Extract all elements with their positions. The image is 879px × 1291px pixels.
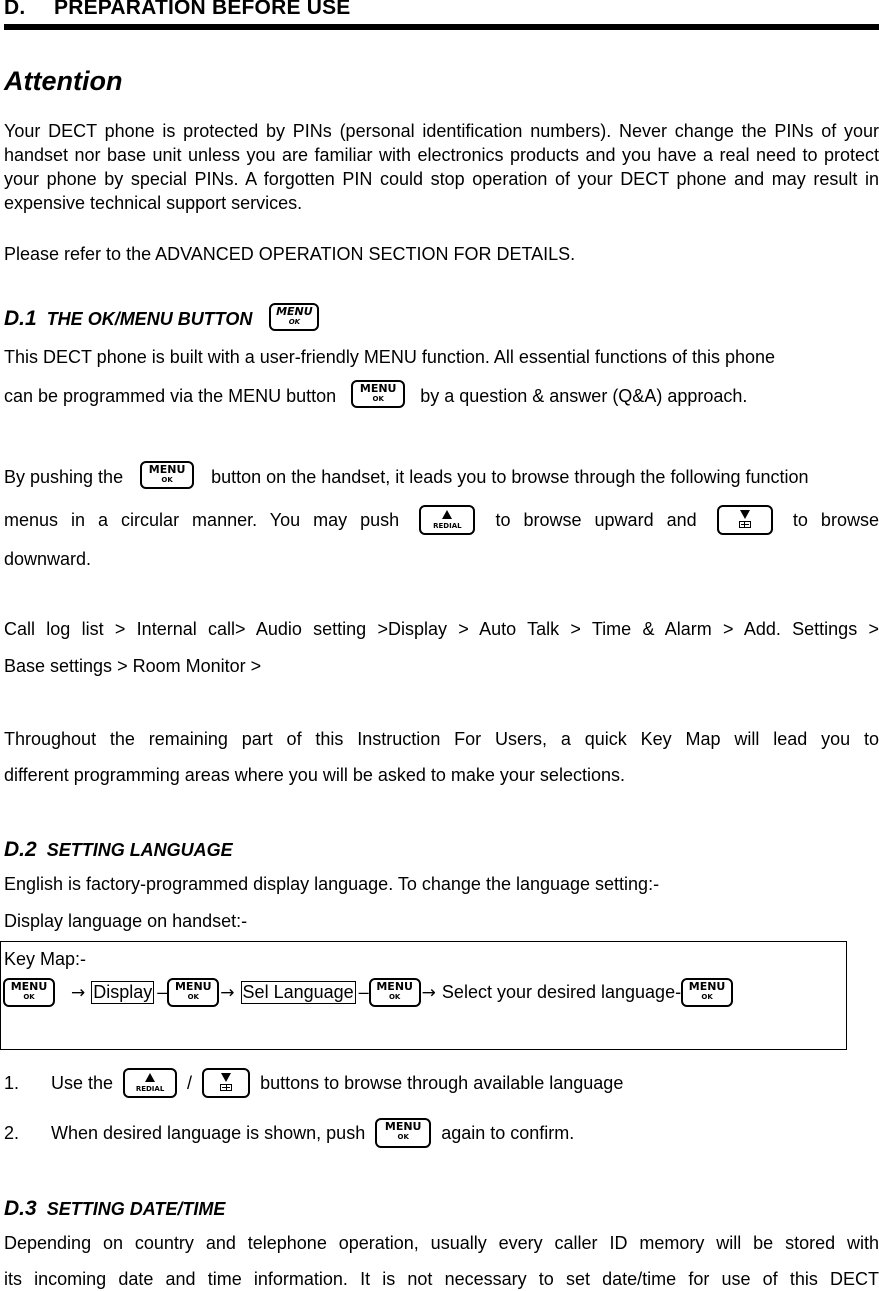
- key-bottom-label: OK: [372, 395, 384, 403]
- d1-heading: D.1 THE OK/MENU BUTTON MENU OK: [4, 303, 320, 334]
- d3-line1: Depending on country and telephone opera…: [4, 1233, 879, 1253]
- menu-ok-key-icon: MENU OK: [3, 978, 55, 1007]
- d2-number: D.2: [4, 838, 37, 861]
- text: By pushing the: [4, 466, 124, 487]
- section-heading: D. PREPARATION BEFORE USE: [4, 0, 350, 20]
- keymap-step-sel-language: Sel Language: [240, 981, 356, 1004]
- heading-rule: [4, 24, 879, 30]
- attention-paragraph: Your DECT phone is protected by PINs (pe…: [4, 121, 879, 213]
- redial-up-key-icon: REDIAL: [419, 505, 476, 535]
- menu-ok-key-icon: MENU OK: [375, 1118, 432, 1148]
- menu-ok-key-icon: MENU OK: [140, 461, 195, 489]
- text: button on the handset, it leads you to b…: [211, 466, 809, 487]
- step-2: 2. When desired language is shown, push …: [4, 1118, 574, 1148]
- d3-number: D.3: [4, 1197, 37, 1220]
- d2-heading: D.2 SETTING LANGUAGE: [4, 838, 233, 862]
- menu-ok-key-icon: MENU OK: [269, 303, 320, 331]
- up-triangle-icon: [145, 1073, 156, 1082]
- redial-up-key-icon: REDIAL: [123, 1068, 178, 1098]
- phonebook-icon: [220, 1084, 233, 1091]
- d1-p2-line3: downward.: [4, 549, 92, 569]
- menu-list-line1: Call log list > Internal call> Audio set…: [4, 619, 879, 639]
- text: buttons to browse through available lang…: [260, 1072, 624, 1093]
- section-letter: D.: [4, 0, 26, 19]
- phonebook-down-key-icon: [716, 505, 773, 535]
- text: to browse: [792, 509, 879, 530]
- d2-title: SETTING LANGUAGE: [46, 840, 233, 860]
- section-title: PREPARATION BEFORE USE: [54, 0, 351, 19]
- d1-p2-line1: By pushing the MENU OK button on the hand…: [4, 461, 809, 492]
- key-bottom-label: OK: [288, 318, 301, 326]
- key-bottom-label: OK: [161, 476, 173, 484]
- text: can be programmed via the MENU button: [4, 385, 337, 406]
- key-top-label: MENU: [10, 980, 48, 993]
- text: menus in a circular manner. You may push: [4, 509, 400, 530]
- key-map-sequence: MENU OK → Display – MENU OK → Sel Language…: [3, 978, 734, 1007]
- keymap-step-select: Select your desired language-: [441, 982, 682, 1002]
- keymap-step-display: Display: [91, 981, 155, 1004]
- down-triangle-icon: [221, 1073, 232, 1082]
- step-number: 2.: [4, 1122, 20, 1143]
- key-top-label: MENU: [688, 980, 726, 993]
- key-top-label: MENU: [276, 305, 313, 318]
- key-bottom-label: OK: [701, 993, 713, 1001]
- d2-line1: English is factory-programmed display la…: [4, 874, 660, 894]
- separator: /: [187, 1072, 193, 1093]
- key-top-label: MENU: [384, 1120, 422, 1133]
- key-bottom-label: OK: [187, 993, 199, 1001]
- key-bottom-label: OK: [388, 993, 401, 1001]
- attention-title: Attention: [4, 66, 123, 96]
- refer-note: Please refer to the ADVANCED OPERATION S…: [4, 244, 576, 264]
- arrow-icon: →: [421, 982, 436, 1003]
- key-top-label: MENU: [148, 463, 186, 476]
- key-bottom-label: OK: [23, 993, 35, 1001]
- d1-p3-line2: different programming areas where you wi…: [4, 765, 625, 785]
- text: by a question & answer (Q&A) approach.: [420, 385, 748, 406]
- text: again to confirm.: [441, 1122, 575, 1143]
- d3-heading: D.3 SETTING DATE/TIME: [4, 1197, 225, 1221]
- menu-ok-key-icon: MENU OK: [368, 978, 421, 1007]
- key-map-label: Key Map:-: [4, 949, 87, 969]
- key-bottom-label: REDIAL: [135, 1085, 165, 1093]
- step-1: 1. Use the REDIAL / buttons to browse th…: [4, 1068, 623, 1098]
- text: to browse upward and: [495, 509, 697, 530]
- arrow-icon: →: [220, 982, 235, 1003]
- key-top-label: MENU: [359, 382, 397, 395]
- d1-title: THE OK/MENU BUTTON: [46, 308, 253, 329]
- dash: –: [157, 982, 168, 1002]
- d1-p2-line2: menus in a circular manner. You may push…: [4, 505, 879, 535]
- key-bottom-label: OK: [397, 1133, 409, 1141]
- phonebook-down-key-icon: [202, 1068, 251, 1098]
- d2-line2: Display language on handset:-: [4, 911, 248, 931]
- arrow-icon: →: [71, 982, 86, 1003]
- phonebook-icon: [738, 521, 751, 528]
- down-triangle-icon: [739, 510, 750, 519]
- d1-p1-line2: can be programmed via the MENU button ME…: [4, 380, 748, 411]
- d3-title: SETTING DATE/TIME: [46, 1199, 226, 1219]
- d1-p3-line1: Throughout the remaining part of this In…: [4, 729, 879, 749]
- up-triangle-icon: [442, 510, 453, 519]
- text: When desired language is shown, push: [51, 1122, 366, 1143]
- key-top-label: MENU: [174, 980, 212, 993]
- menu-ok-key-icon: MENU OK: [681, 978, 734, 1007]
- step-number: 1.: [4, 1072, 20, 1093]
- key-top-label: MENU: [376, 980, 413, 993]
- menu-ok-key-icon: MENU OK: [351, 380, 406, 408]
- d1-number: D.1: [4, 306, 37, 330]
- d1-p1-line1: This DECT phone is built with a user-fri…: [4, 347, 776, 367]
- d3-line2: its incoming date and time information. …: [4, 1269, 879, 1289]
- key-bottom-label: REDIAL: [433, 522, 462, 530]
- menu-ok-key-icon: MENU OK: [167, 978, 220, 1007]
- dash: –: [358, 982, 369, 1002]
- text: Use the: [51, 1072, 114, 1093]
- menu-list-line2: Base settings > Room Monitor >: [4, 656, 262, 676]
